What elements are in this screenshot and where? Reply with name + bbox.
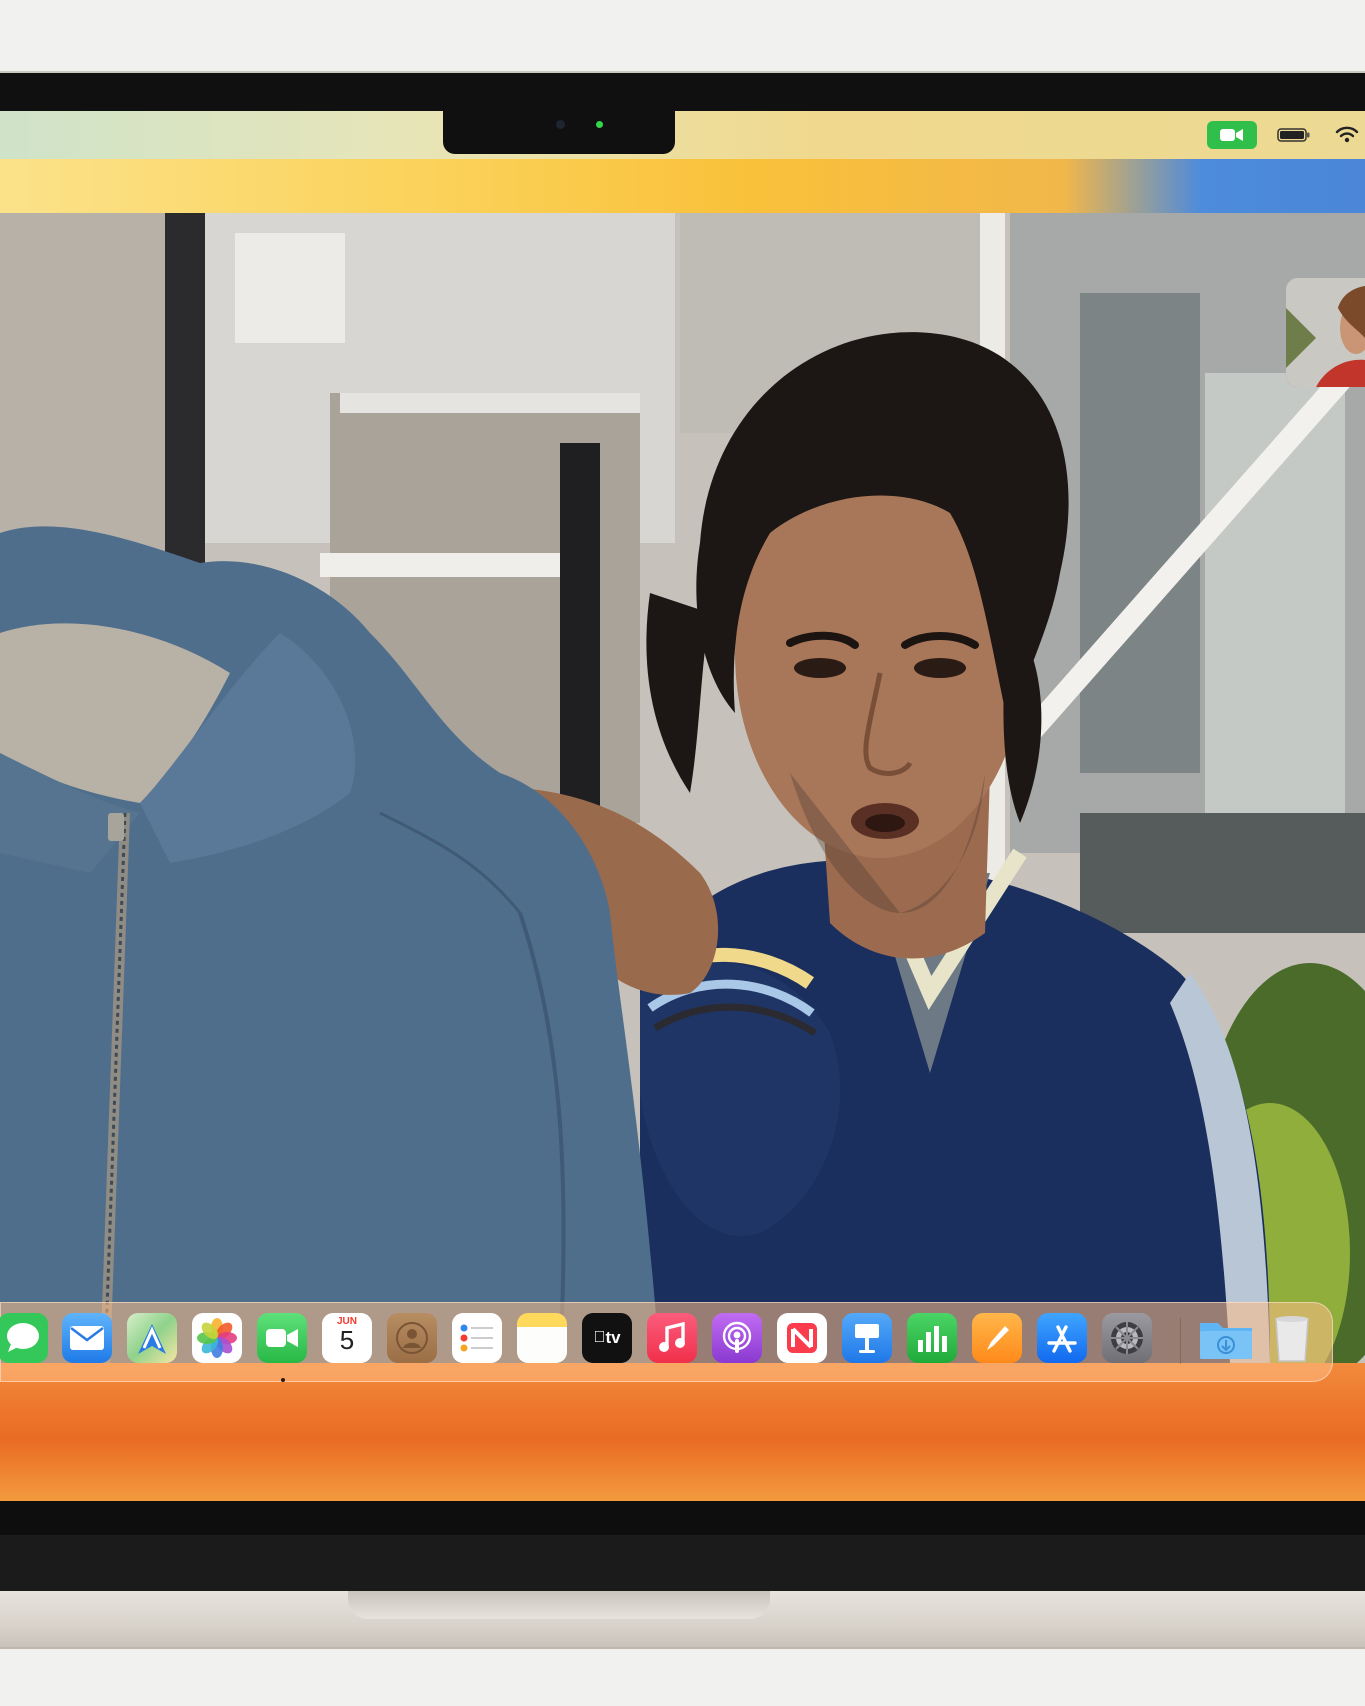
screen — [0, 111, 1365, 1501]
facetime-video-icon[interactable] — [1207, 121, 1257, 149]
app-store-icon[interactable] — [1037, 1313, 1087, 1363]
lower-bezel — [0, 1501, 1365, 1535]
camera-indicator-light — [596, 121, 603, 128]
system-settings-icon[interactable] — [1102, 1313, 1152, 1363]
self-view-thumbnail[interactable] — [1286, 278, 1365, 387]
news-icon[interactable] — [777, 1313, 827, 1363]
photos-icon[interactable] — [192, 1313, 242, 1363]
trash-icon[interactable] — [1268, 1313, 1316, 1363]
laptop-hinge — [0, 1535, 1365, 1591]
maps-icon[interactable] — [127, 1313, 177, 1363]
laptop-opening-notch — [348, 1591, 770, 1619]
menu-bar-status-area — [1207, 121, 1365, 149]
running-app-indicator — [281, 1378, 285, 1382]
numbers-icon[interactable] — [907, 1313, 957, 1363]
apple-tv-label: tv — [599, 1328, 620, 1347]
camera-lens — [556, 120, 565, 129]
messages-icon[interactable] — [0, 1313, 48, 1363]
apple-tv-icon[interactable]:  tv — [582, 1313, 632, 1363]
camera-notch — [443, 111, 675, 154]
dock-separator — [1180, 1318, 1181, 1364]
contacts-icon[interactable] — [387, 1313, 437, 1363]
calendar-day: 5 — [339, 1325, 355, 1355]
pages-icon[interactable] — [972, 1313, 1022, 1363]
podcasts-icon[interactable] — [712, 1313, 762, 1363]
reminders-icon[interactable] — [452, 1313, 502, 1363]
dock-wallpaper — [0, 1363, 1365, 1501]
menu-bar — [0, 111, 1365, 159]
remote-participant-video[interactable] — [0, 213, 1365, 1363]
mail-icon[interactable] — [62, 1313, 112, 1363]
notes-icon[interactable] — [517, 1313, 567, 1363]
calendar-icon[interactable]: JUN 5 — [322, 1313, 372, 1363]
desktop-wallpaper — [0, 159, 1365, 213]
facetime-icon[interactable] — [257, 1313, 307, 1363]
music-icon[interactable] — [647, 1313, 697, 1363]
downloads-folder-icon[interactable] — [1198, 1313, 1254, 1363]
battery-icon[interactable] — [1277, 124, 1317, 146]
keynote-icon[interactable] — [842, 1313, 892, 1363]
wifi-icon[interactable] — [1335, 124, 1361, 146]
